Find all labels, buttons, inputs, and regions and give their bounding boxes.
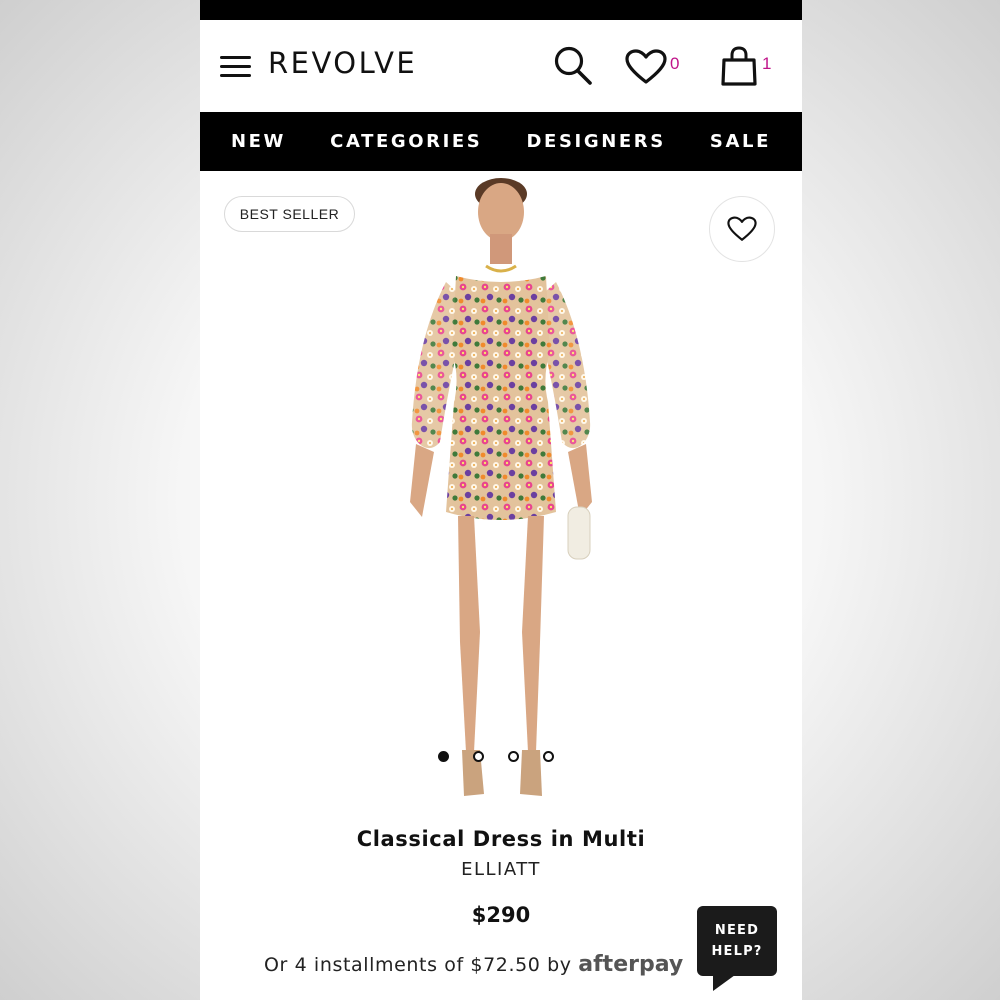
status-bar [200,0,802,20]
product-image[interactable] [370,172,632,812]
mobile-page: REVOLVE 0 1 NEW CATEGORIES DESIGNERS SAL… [200,0,802,1000]
site-logo[interactable]: REVOLVE [268,46,417,80]
hamburger-menu-icon[interactable] [220,56,252,78]
installments-info: Or 4 installments of $72.50 by afterpay [264,952,683,977]
cart-count: 1 [762,54,772,73]
main-nav: NEW CATEGORIES DESIGNERS SALE [200,112,802,171]
carousel-dot-1[interactable] [438,751,449,762]
wishlist-count: 0 [670,54,680,73]
product-brand[interactable]: ELLIATT [200,859,802,880]
help-line-2: HELP? [711,944,763,959]
product-title: Classical Dress in Multi [356,827,646,851]
favorite-button[interactable] [709,196,775,262]
shopping-bag-icon[interactable] [719,45,759,87]
help-bubble-tail [713,975,735,991]
carousel-dot-3[interactable] [508,751,519,762]
site-header: REVOLVE 0 1 [200,20,802,112]
afterpay-logo[interactable]: afterpay [578,952,683,977]
nav-item-designers[interactable]: DESIGNERS [527,131,666,152]
best-seller-badge: BEST SELLER [224,196,355,232]
search-icon[interactable] [553,45,593,87]
carousel-dot-2[interactable] [473,751,484,762]
help-line-1: NEED [714,923,760,938]
heart-outline-icon [727,216,757,241]
carousel-dot-4[interactable] [543,751,554,762]
nav-item-categories[interactable]: CATEGORIES [330,131,482,152]
need-help-button[interactable]: NEED HELP? [697,906,777,976]
nav-item-new[interactable]: NEW [231,131,286,152]
image-carousel-dots [438,751,554,762]
nav-item-sale[interactable]: SALE [710,131,771,152]
installments-text: Or 4 installments of $72.50 by [264,954,572,976]
heart-icon[interactable] [625,49,667,85]
